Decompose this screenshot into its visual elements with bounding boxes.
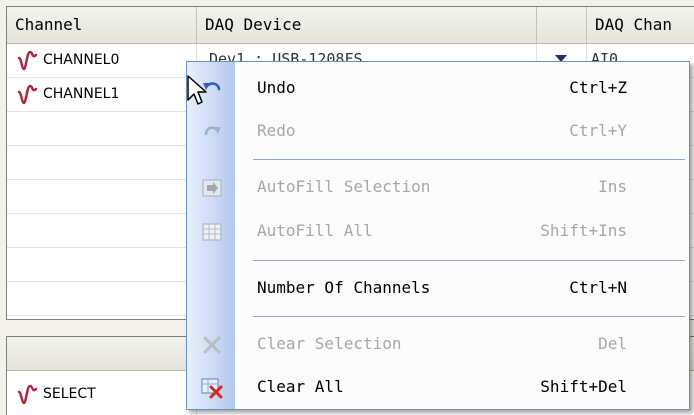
waveform-icon xyxy=(17,84,38,105)
channel-cell[interactable]: SELECT xyxy=(7,371,197,415)
menu-item-label: AutoFill Selection xyxy=(257,177,431,196)
grid-header: Channel DAQ Device DAQ Chan xyxy=(7,7,694,44)
menu-item-label: Number Of Channels xyxy=(257,278,431,297)
channel-name: CHANNEL1 xyxy=(43,86,120,102)
menu-item-label: AutoFill All xyxy=(257,221,373,240)
menu-item-shortcut: Del xyxy=(598,334,627,353)
menu-item-clear-all[interactable]: Clear All Shift+Del xyxy=(187,367,689,407)
menu-item-shortcut: Ctrl+Y xyxy=(569,121,627,140)
mouse-cursor-icon xyxy=(187,75,207,105)
autofill-selection-icon xyxy=(202,179,222,197)
redo-icon xyxy=(204,126,221,136)
waveform-icon xyxy=(17,384,38,405)
menu-item-shortcut: Shift+Ins xyxy=(540,221,627,240)
menu-item-shortcut: Ctrl+N xyxy=(569,278,627,297)
menu-item-shortcut: Shift+Del xyxy=(540,377,627,396)
context-menu: Undo Ctrl+Z Redo Ctrl+Y AutoFill Selecti… xyxy=(186,61,690,410)
menu-separator xyxy=(253,316,685,317)
menu-item-number-of-channels[interactable]: Number Of Channels Ctrl+N xyxy=(187,268,689,308)
menu-item-autofill-all[interactable]: AutoFill All Shift+Ins xyxy=(187,211,689,251)
channel-name: SELECT xyxy=(43,386,96,402)
channel-name: CHANNEL0 xyxy=(43,52,120,68)
autofill-all-icon xyxy=(202,223,222,241)
clear-all-icon xyxy=(201,378,223,399)
column-header-daq-device[interactable]: DAQ Device xyxy=(197,7,537,43)
channel-cell[interactable]: CHANNEL1 xyxy=(7,78,197,111)
menu-item-clear-selection[interactable]: Clear Selection Del xyxy=(187,324,689,364)
menu-item-label: Undo xyxy=(257,78,296,97)
channel-cell[interactable]: CHANNEL0 xyxy=(7,44,197,77)
menu-item-shortcut: Ctrl+Z xyxy=(569,78,627,97)
clear-selection-icon xyxy=(203,336,221,354)
menu-separator xyxy=(253,159,685,160)
menu-item-label: Clear Selection xyxy=(257,334,402,353)
column-header-channel[interactable]: Channel xyxy=(7,7,197,43)
menu-item-undo[interactable]: Undo Ctrl+Z xyxy=(187,68,689,108)
menu-item-shortcut: Ins xyxy=(598,177,627,196)
waveform-icon xyxy=(17,50,38,71)
menu-item-label: Redo xyxy=(257,121,296,140)
menu-item-redo[interactable]: Redo Ctrl+Y xyxy=(187,111,689,151)
menu-item-autofill-selection[interactable]: AutoFill Selection Ins xyxy=(187,167,689,207)
column-header-daq-channel[interactable]: DAQ Chan xyxy=(587,7,694,43)
menu-separator xyxy=(253,260,685,261)
menu-item-label: Clear All xyxy=(257,377,344,396)
column-header-blank[interactable] xyxy=(537,7,587,43)
